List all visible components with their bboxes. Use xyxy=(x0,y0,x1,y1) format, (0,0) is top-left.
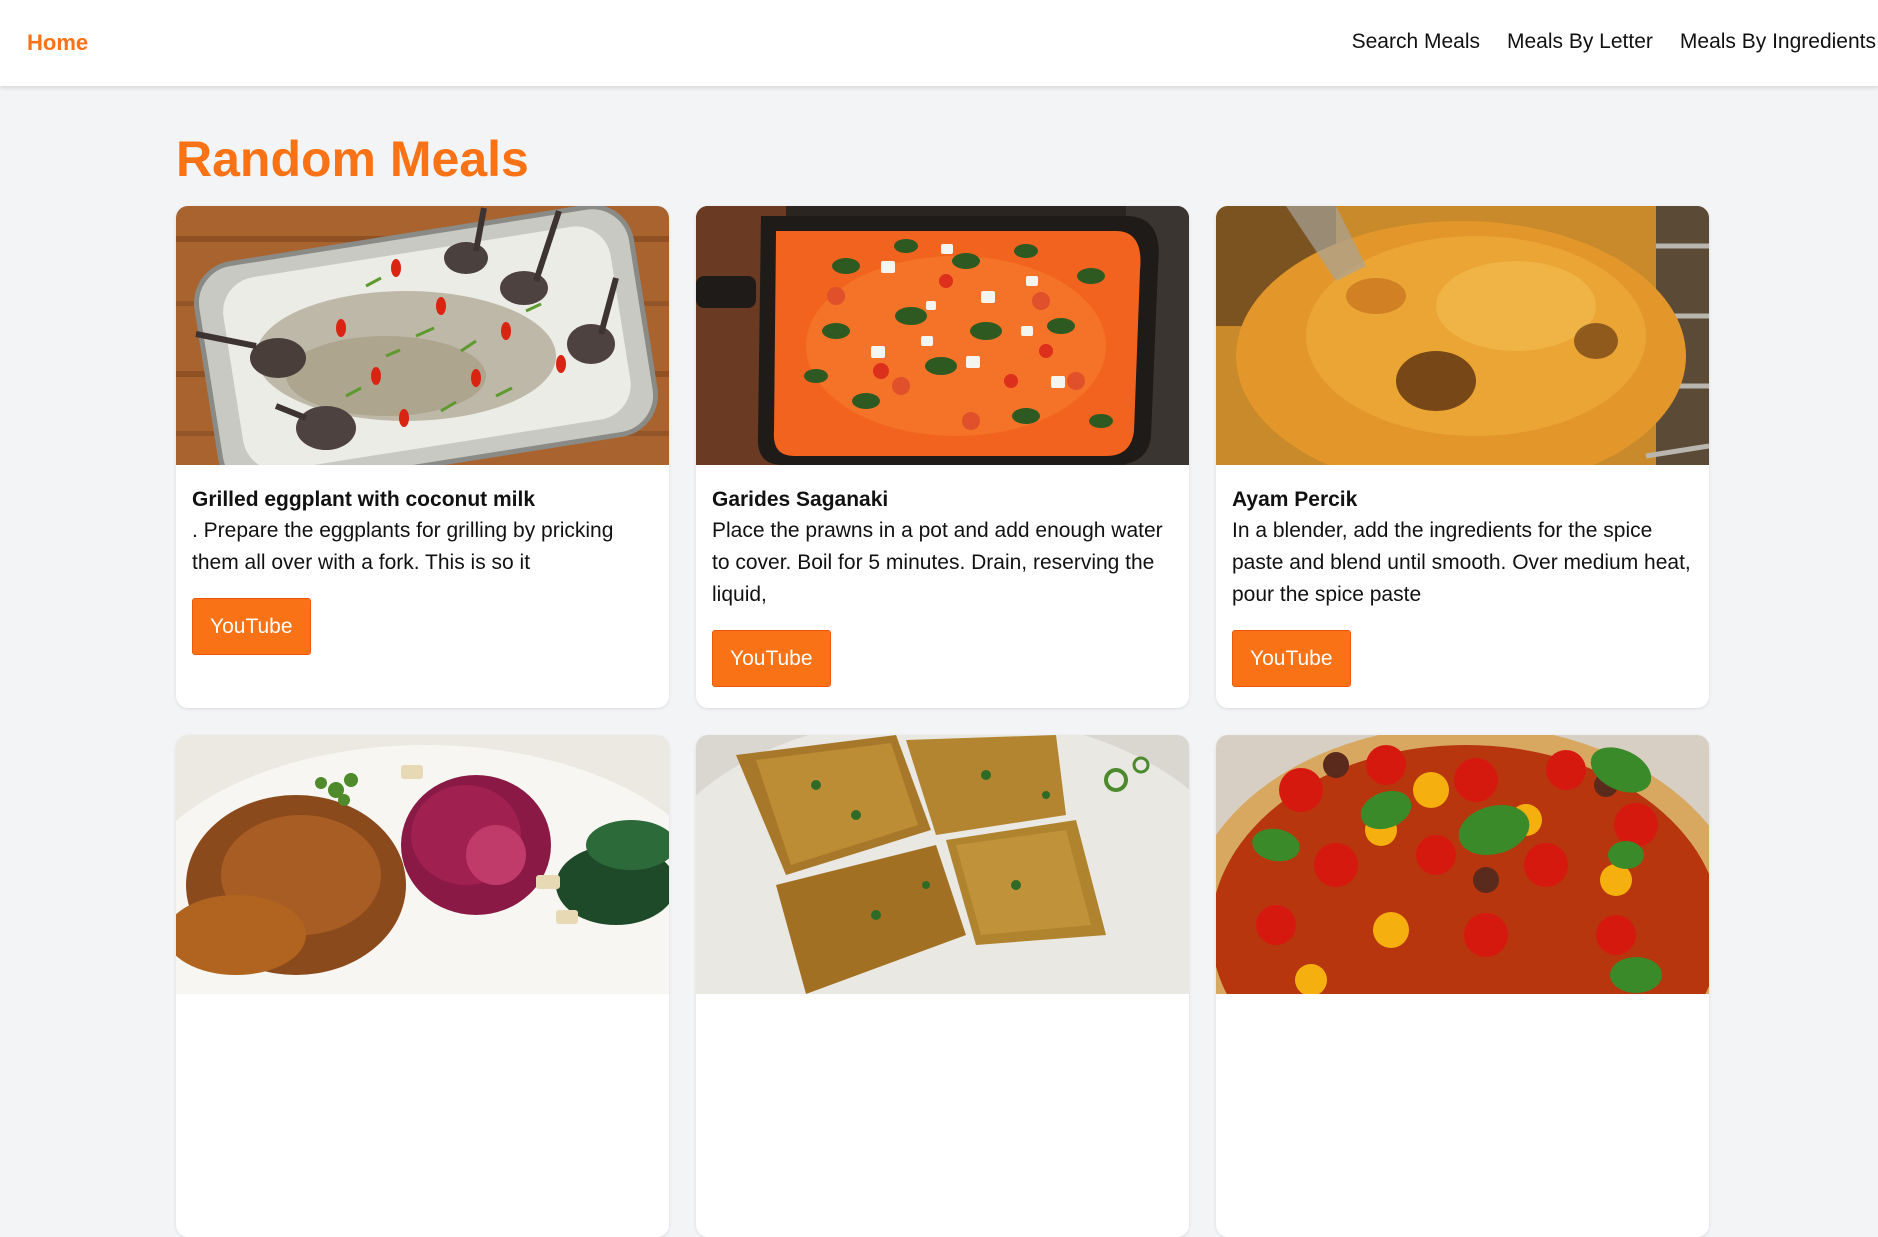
meal-image[interactable] xyxy=(696,735,1189,994)
meal-image[interactable] xyxy=(696,206,1189,465)
search-meals-link[interactable]: Search Meals xyxy=(1352,30,1480,54)
meal-card xyxy=(1216,735,1709,1237)
meal-card: Garides Saganaki Place the prawns in a p… xyxy=(696,206,1189,708)
meal-title: Garides Saganaki xyxy=(712,488,889,511)
meal-description: In a blender, add the ingredients for th… xyxy=(1232,519,1691,606)
meal-image[interactable] xyxy=(1216,206,1709,465)
card-body: Ayam Percik In a blender, add the ingred… xyxy=(1216,465,1709,703)
home-link[interactable]: Home xyxy=(27,30,88,56)
meal-card xyxy=(176,735,669,1237)
meal-grid: Grilled eggplant with coconut milk . Pre… xyxy=(176,206,1709,1237)
meal-image[interactable] xyxy=(176,735,669,994)
top-navbar: Home Search Meals Meals By Letter Meals … xyxy=(0,0,1878,86)
youtube-button[interactable]: YouTube xyxy=(1232,630,1351,687)
meal-card: Grilled eggplant with coconut milk . Pre… xyxy=(176,206,669,708)
meal-card xyxy=(696,735,1189,1237)
meals-by-letter-link[interactable]: Meals By Letter xyxy=(1507,30,1653,54)
meal-description: . Prepare the eggplants for grilling by … xyxy=(192,519,614,574)
nav-links: Search Meals Meals By Letter Meals By In… xyxy=(1352,30,1876,54)
card-body: Grilled eggplant with coconut milk . Pre… xyxy=(176,465,669,671)
meals-by-ingredients-link[interactable]: Meals By Ingredients xyxy=(1680,30,1876,54)
meal-description: Place the prawns in a pot and add enough… xyxy=(712,519,1163,606)
meal-title: Ayam Percik xyxy=(1232,488,1358,511)
card-body: Garides Saganaki Place the prawns in a p… xyxy=(696,465,1189,703)
meal-title: Grilled eggplant with coconut milk xyxy=(192,488,536,511)
youtube-button[interactable]: YouTube xyxy=(712,630,831,687)
meal-image[interactable] xyxy=(1216,735,1709,994)
meal-image[interactable] xyxy=(176,206,669,465)
page-title: Random Meals xyxy=(176,131,529,187)
youtube-button[interactable]: YouTube xyxy=(192,598,311,655)
meal-card: Ayam Percik In a blender, add the ingred… xyxy=(1216,206,1709,708)
